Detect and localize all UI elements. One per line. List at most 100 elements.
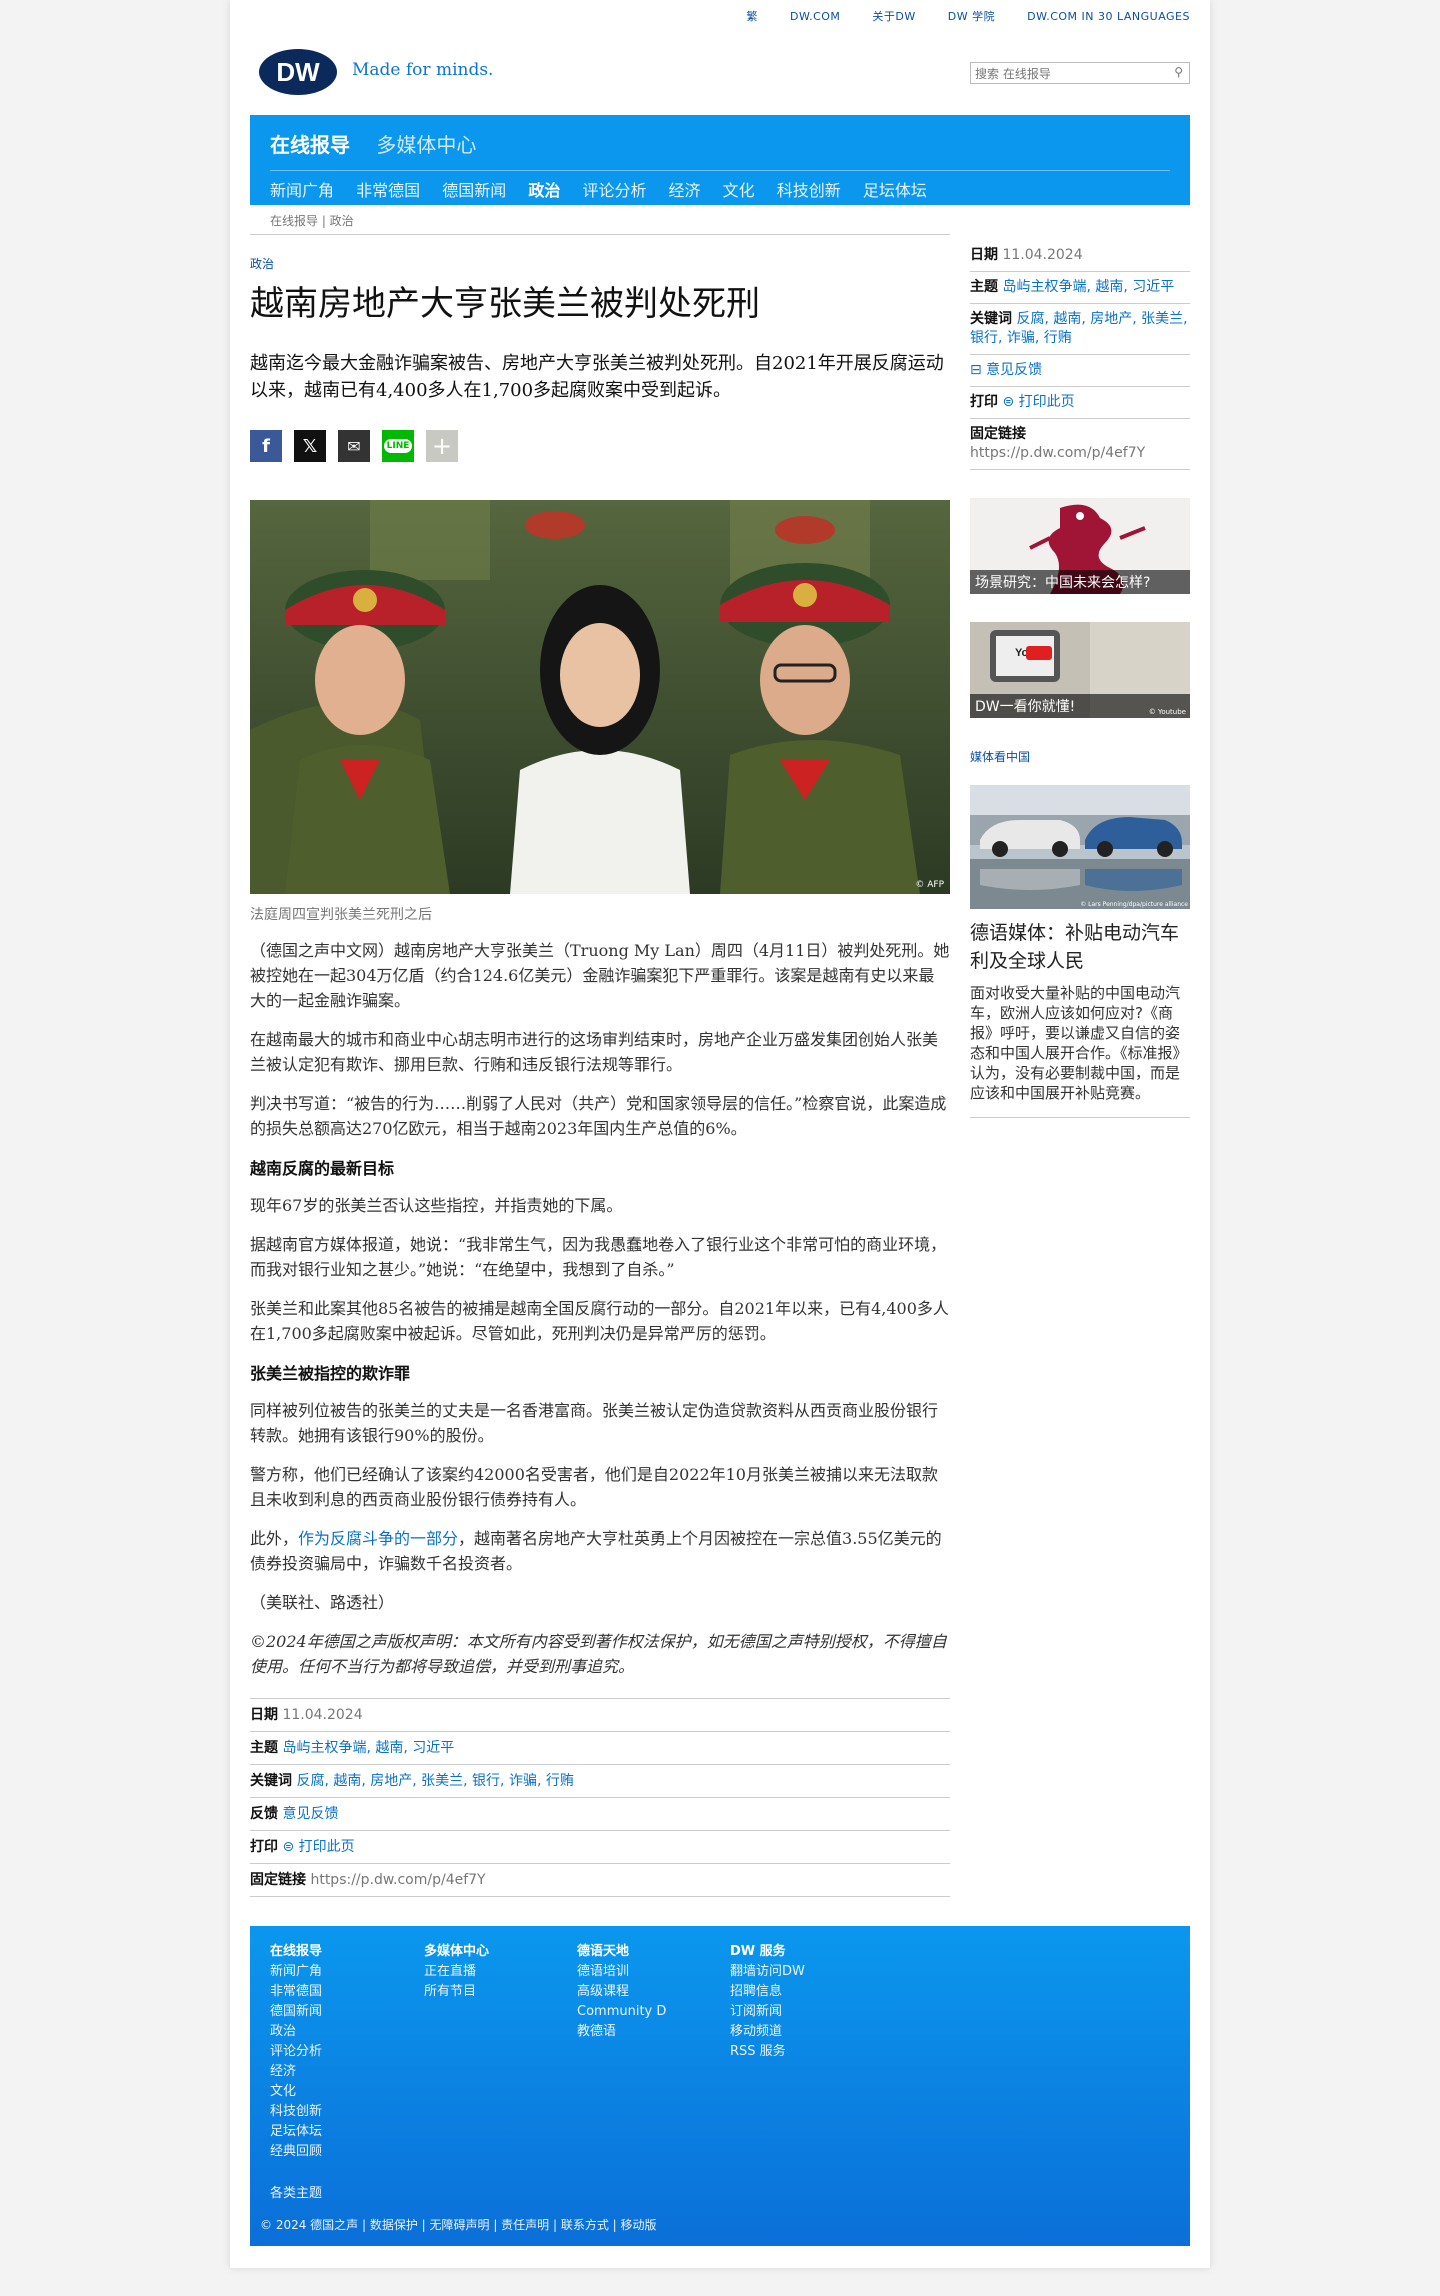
x-share-button[interactable]: 𝕏	[294, 430, 326, 462]
line-share-button[interactable]: LINE	[382, 430, 414, 462]
meta-feedback: 反馈 意见反馈	[250, 1798, 950, 1831]
feedback-link[interactable]: ⊟ 意见反馈	[970, 362, 1042, 378]
footer-link[interactable]: 高级课程	[577, 1984, 629, 1999]
footer-link[interactable]: 翻墙访问DW	[730, 1964, 805, 1979]
footer-column-german: 德语天地 德语培训 高级课程 Community D 教德语	[577, 1942, 666, 2042]
image-caption: 法庭周四宣判张美兰死刑之后	[250, 907, 432, 923]
footer-copyright[interactable]: © 2024 德国之声 | 数据保护 | 无障碍声明 | 责任声明 | 联系方式…	[260, 2216, 657, 2233]
permalink-value[interactable]: https://p.dw.com/p/4ef7Y	[970, 445, 1145, 461]
x-icon: 𝕏	[302, 435, 318, 457]
teaser-dw-youtube[interactable]: You DW一看你就懂! © Youtube	[970, 622, 1190, 718]
article-lead: 越南迄今最大金融诈骗案被告、房地产大亨张美兰被判处死刑。自2021年开展反腐运动…	[250, 353, 944, 401]
footer-column-title[interactable]: 多媒体中心	[424, 1944, 489, 1959]
main-nav: 在线报导 多媒体中心	[270, 129, 496, 158]
article-source: （美联社、路透社）	[250, 1593, 395, 1612]
main-nav-online[interactable]: 在线报导	[270, 133, 350, 157]
footer-link[interactable]: 德语培训	[577, 1964, 629, 1979]
permalink-value[interactable]: https://p.dw.com/p/4ef7Y	[310, 1872, 485, 1888]
footer-link[interactable]: 非常德国	[270, 1984, 322, 1999]
more-share-button[interactable]: +	[426, 430, 458, 462]
footer-link[interactable]: 评论分析	[270, 2044, 322, 2059]
footer-link[interactable]: 所有节目	[424, 1984, 476, 1999]
section-label[interactable]: 媒体看中国	[970, 748, 1190, 765]
footer-link[interactable]: 移动频道	[730, 2024, 782, 2039]
meta-topics: 主题 岛屿主权争端, 越南, 习近平	[250, 1732, 950, 1765]
footer-topics-link[interactable]: 各类主题	[270, 2182, 322, 2201]
page-container: 繁 DW.COM 关于DW DW 学院 DW.COM IN 30 LANGUAG…	[230, 0, 1210, 2268]
top-utility-bar: 繁 DW.COM 关于DW DW 学院 DW.COM IN 30 LANGUAG…	[719, 8, 1191, 24]
article-subheading: 张美兰被指控的欺诈罪	[250, 1364, 411, 1383]
main-nav-multimedia[interactable]: 多媒体中心	[376, 133, 476, 157]
footer-link[interactable]: RSS 服务	[730, 2044, 786, 2059]
meta-topics-links[interactable]: 岛屿主权争端, 越南, 习近平	[282, 1740, 454, 1756]
footer-column-online: 在线报导 新闻广角 非常德国 德国新闻 政治 评论分析 经济 文化 科技创新 足…	[270, 1942, 322, 2162]
footer-column-services: DW 服务 翻墙访问DW 招聘信息 订阅新闻 移动频道 RSS 服务	[730, 1942, 805, 2062]
footer-link[interactable]: 政治	[270, 2024, 296, 2039]
brand-tagline: Made for minds.	[352, 60, 494, 80]
footer-link[interactable]: 新闻广角	[270, 1964, 322, 1979]
subnav-item-culture[interactable]: 文化	[723, 181, 755, 200]
footer-link[interactable]: 经典回顾	[270, 2144, 322, 2159]
meta-label: 反馈	[250, 1806, 278, 1822]
subnav-item-germany[interactable]: 非常德国	[356, 181, 420, 200]
dw-logo[interactable]: DW	[258, 48, 338, 96]
related-article-link[interactable]: 作为反腐斗争的一部分	[298, 1529, 458, 1548]
print-link[interactable]: ⊜ 打印此页	[282, 1839, 354, 1855]
footer-link[interactable]: 足坛体坛	[270, 2124, 322, 2139]
teaser-future-china[interactable]: 场景研究：中国未来会怎样?	[970, 498, 1190, 594]
meta-label: 关键词	[250, 1773, 292, 1789]
article-meta-bottom: 日期 11.04.2024 主题 岛屿主权争端, 越南, 习近平 关键词 反腐,…	[250, 1698, 950, 1897]
email-share-button[interactable]: ✉	[338, 430, 370, 462]
media-image-credit: © Lars Penning/dpa/picture alliance	[1080, 901, 1188, 908]
copyright-notice: ©2024年德国之声版权声明：本文所有内容受到著作权法保护，如无德国之声特别授权…	[250, 1632, 947, 1676]
meta-date: 日期 11.04.2024	[970, 240, 1190, 272]
facebook-icon: f	[262, 435, 270, 457]
topbar-link-dwcom[interactable]: DW.COM	[790, 10, 840, 23]
footer-link[interactable]: 科技创新	[270, 2104, 322, 2119]
facebook-share-button[interactable]: f	[250, 430, 282, 462]
footer-column-title[interactable]: 德语天地	[577, 1944, 629, 1959]
meta-topics-links[interactable]: 岛屿主权争端, 越南, 习近平	[1002, 279, 1174, 295]
footer-column-title[interactable]: 在线报导	[270, 1944, 322, 1959]
subnav-item-politics[interactable]: 政治	[528, 181, 560, 200]
media-teaser-title[interactable]: 德语媒体：补贴电动汽车利及全球人民	[970, 919, 1190, 975]
topbar-link-traditional[interactable]: 繁	[747, 10, 759, 23]
topbar-link-languages[interactable]: DW.COM IN 30 LANGUAGES	[1027, 10, 1190, 23]
search-input[interactable]	[971, 64, 1159, 84]
nav-divider	[270, 170, 1170, 171]
subnav-item-commentary[interactable]: 评论分析	[582, 181, 646, 200]
print-link[interactable]: ⊜ 打印此页	[1002, 394, 1074, 410]
navigation-bar: 在线报导 多媒体中心 新闻广角 非常德国 德国新闻 政治 评论分析 经济 文化 …	[250, 115, 1190, 205]
footer-column-multimedia: 多媒体中心 正在直播 所有节目	[424, 1942, 489, 2002]
meta-date: 日期 11.04.2024	[250, 1698, 950, 1732]
subnav-item-german-news[interactable]: 德国新闻	[442, 181, 506, 200]
search-box[interactable]: ⚲	[970, 62, 1190, 84]
subnav-item-news[interactable]: 新闻广角	[270, 181, 334, 200]
article-kicker[interactable]: 政治	[250, 255, 950, 272]
article-paragraph: 据越南官方媒体报道，她说：“我非常生气，因为我愚蠢地卷入了银行业这个非常可怕的商…	[250, 1235, 947, 1279]
subnav-item-tech[interactable]: 科技创新	[777, 181, 841, 200]
topbar-link-about[interactable]: 关于DW	[872, 10, 915, 23]
feedback-link[interactable]: 意见反馈	[282, 1806, 338, 1822]
search-icon[interactable]: ⚲	[1174, 65, 1183, 79]
subnav-item-sports[interactable]: 足坛体坛	[863, 181, 927, 200]
footer-link[interactable]: 文化	[270, 2084, 296, 2099]
meta-label: 主题	[970, 279, 998, 295]
footer-link[interactable]: 经济	[270, 2064, 296, 2079]
footer-link[interactable]: 教德语	[577, 2024, 616, 2039]
footer-column-title[interactable]: DW 服务	[730, 1944, 786, 1959]
footer-link[interactable]: 德国新闻	[270, 2004, 322, 2019]
meta-keywords-links[interactable]: 反腐, 越南, 房地产, 张美兰, 银行, 诈骗, 行贿	[296, 1773, 573, 1789]
article-paragraph: 此外，作为反腐斗争的一部分，越南著名房地产大亨杜英勇上个月因被控在一宗总值3.5…	[250, 1526, 950, 1576]
sidebar: 日期 11.04.2024 主题 岛屿主权争端, 越南, 习近平 关键词 反腐,…	[970, 240, 1190, 1118]
site-footer: 在线报导 新闻广角 非常德国 德国新闻 政治 评论分析 经济 文化 科技创新 足…	[250, 1926, 1190, 2246]
meta-date-value: 11.04.2024	[1002, 247, 1083, 263]
topbar-link-academy[interactable]: DW 学院	[948, 10, 995, 23]
breadcrumb[interactable]: 在线报导 | 政治	[270, 212, 354, 229]
subnav-item-economy[interactable]: 经济	[669, 181, 701, 200]
footer-link[interactable]: 订阅新闻	[730, 2004, 782, 2019]
footer-link[interactable]: Community D	[577, 2004, 666, 2019]
footer-link[interactable]: 正在直播	[424, 1964, 476, 1979]
footer-link[interactable]: 招聘信息	[730, 1984, 782, 1999]
media-teaser-image[interactable]: © Lars Penning/dpa/picture alliance	[970, 785, 1190, 909]
